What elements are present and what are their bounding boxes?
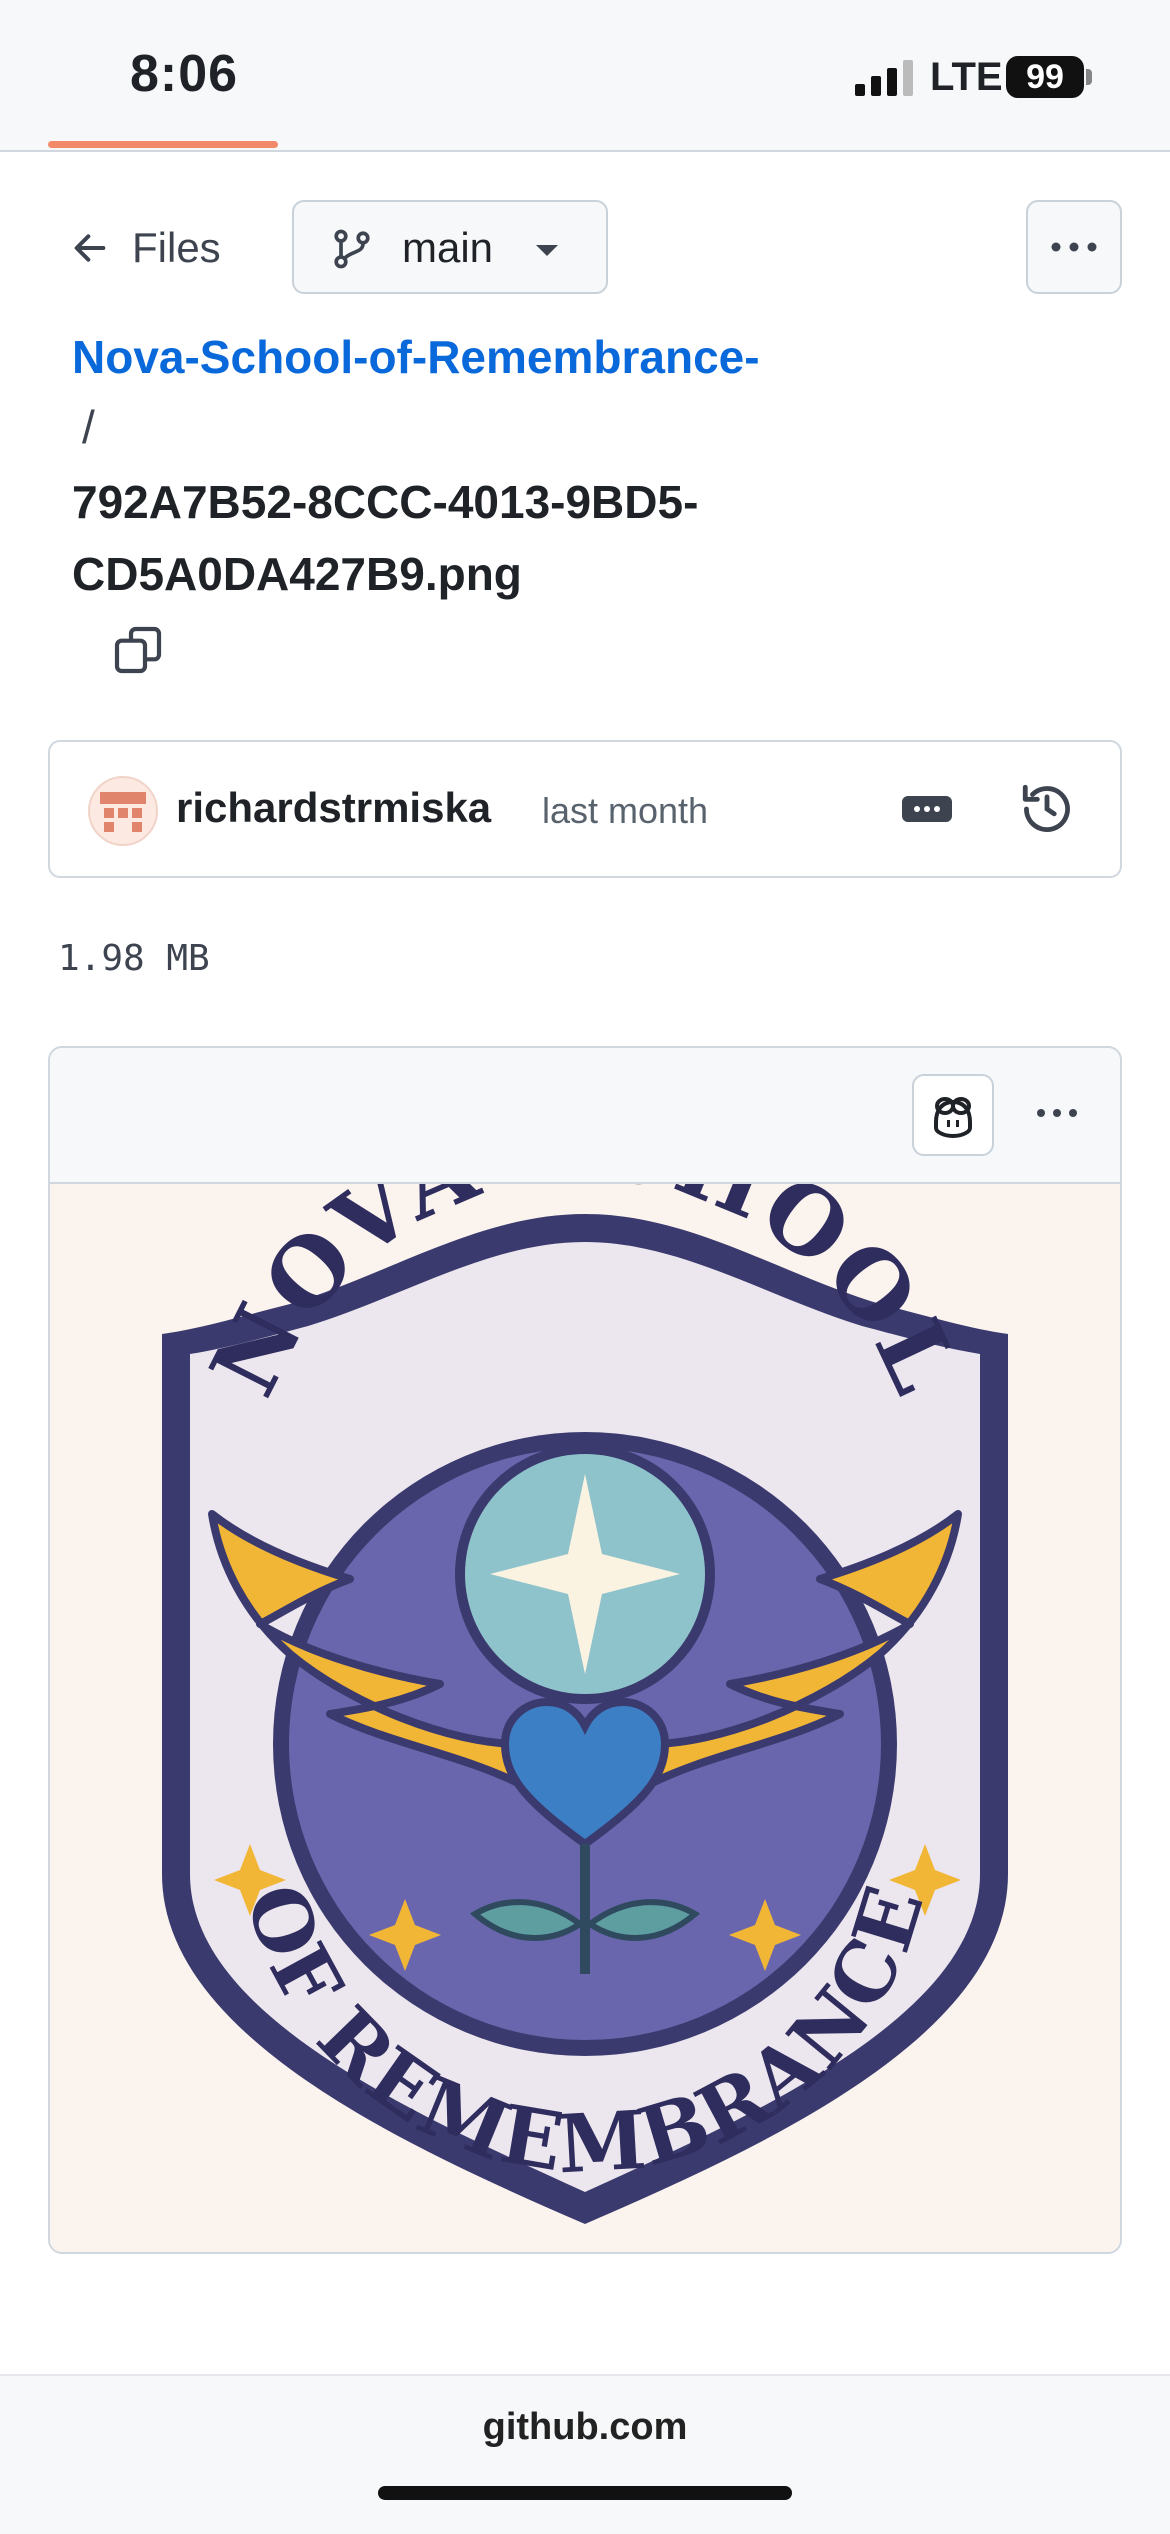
- branch-selector[interactable]: main: [292, 200, 608, 294]
- repo-link[interactable]: Nova-School-of-Remembrance-: [72, 330, 760, 384]
- image-viewer: NOVA SCHOOL OF REMEMBRANCE: [48, 1046, 1122, 2254]
- arrow-left-icon: [74, 234, 106, 262]
- back-label: Files: [132, 224, 221, 271]
- battery-icon: 99: [1006, 56, 1084, 98]
- file-name: 792A7B52-8CCC-4013-9BD5-CD5A0DA427B9.png: [72, 476, 699, 600]
- copilot-icon: [934, 1097, 972, 1139]
- network-type: LTE: [930, 55, 1003, 99]
- file-size: 1.98 MB: [58, 938, 210, 979]
- viewer-more-icon[interactable]: [1022, 1078, 1092, 1148]
- kebab-horizontal-icon: [1051, 242, 1097, 252]
- image-preview: NOVA SCHOOL OF REMEMBRANCE: [50, 1092, 1120, 2252]
- url-domain: github.com: [482, 2406, 688, 2448]
- more-options-button[interactable]: [1026, 200, 1122, 294]
- page-load-progress: [48, 141, 278, 148]
- viewer-toolbar: [50, 1048, 1120, 1184]
- path-separator: /: [82, 401, 95, 453]
- ellipsis-icon: [914, 806, 940, 812]
- commit-message-toggle[interactable]: [902, 796, 952, 822]
- copy-icon[interactable]: [110, 622, 166, 678]
- copilot-button[interactable]: [912, 1074, 994, 1156]
- branch-name: main: [402, 224, 494, 271]
- commit-time: last month: [542, 790, 709, 831]
- school-crest-logo: NOVA SCHOOL OF REMEMBRANCE: [162, 1092, 1008, 2224]
- caret-down-icon: [536, 245, 558, 256]
- status-time: 8:06: [130, 45, 239, 103]
- history-icon[interactable]: [1018, 780, 1076, 838]
- latest-commit-box: richardstrmiska last month: [48, 740, 1122, 878]
- signal-icon: [855, 60, 915, 96]
- browser-address-bar[interactable]: github.com: [0, 2374, 1170, 2534]
- battery-tip: [1086, 69, 1092, 85]
- avatar[interactable]: [88, 776, 158, 846]
- git-branch-icon: [334, 229, 370, 269]
- status-bar: 8:06 LTE 99: [0, 0, 1170, 152]
- identicon-icon: [100, 792, 146, 832]
- back-to-files-button[interactable]: Files: [70, 220, 221, 276]
- commit-author[interactable]: richardstrmiska: [176, 784, 491, 832]
- home-indicator: [378, 2486, 792, 2500]
